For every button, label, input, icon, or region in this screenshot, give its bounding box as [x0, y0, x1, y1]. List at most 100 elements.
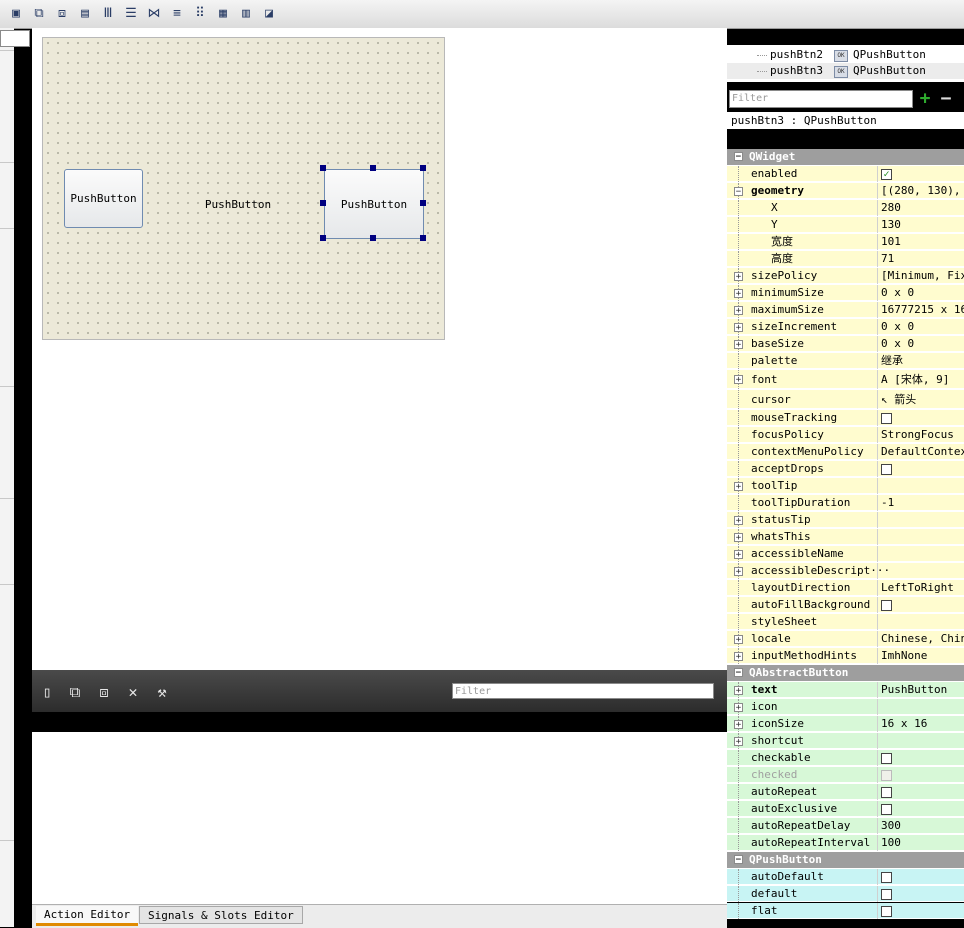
property-row[interactable]: default [727, 886, 964, 902]
section-header[interactable]: − QAbstractButton [727, 665, 964, 681]
property-value[interactable]: 16777215 x 16· [877, 302, 964, 318]
checkbox[interactable] [881, 599, 892, 611]
checkbox[interactable] [881, 803, 892, 815]
property-row[interactable]: + accessibleDescript··· [727, 563, 964, 579]
tab-signals-slots-editor[interactable]: Signals & Slots Editor [139, 906, 303, 924]
property-row[interactable]: autoRepeatInterval 100 [727, 835, 964, 851]
paste-action-icon[interactable]: ⧈ [95, 683, 113, 701]
section-header[interactable]: − QWidget [727, 149, 964, 165]
checkbox[interactable] [881, 786, 892, 798]
property-value[interactable]: 0 x 0 [877, 336, 964, 352]
expand-icon[interactable]: + [734, 736, 743, 746]
property-row[interactable]: checked [727, 767, 964, 783]
property-row[interactable]: palette 继承 [727, 353, 964, 369]
checkbox[interactable] [881, 412, 892, 424]
expand-icon[interactable]: + [734, 719, 743, 729]
expand-icon[interactable]: + [734, 532, 743, 542]
property-value[interactable] [877, 512, 964, 528]
property-value[interactable] [877, 410, 964, 426]
property-row[interactable]: + baseSize 0 x 0 [727, 336, 964, 352]
collapse-icon[interactable]: − [734, 855, 743, 865]
property-row[interactable]: autoRepeat [727, 784, 964, 800]
property-value[interactable]: 0 x 0 [877, 285, 964, 301]
property-value[interactable]: 130 [877, 217, 964, 233]
property-row[interactable]: + inputMethodHints ImhNone [727, 648, 964, 664]
tab-action-editor[interactable]: Action Editor [36, 906, 139, 926]
property-row[interactable]: focusPolicy StrongFocus [727, 427, 964, 443]
edit-signals-slots-icon[interactable]: ⧉ [31, 6, 47, 22]
property-value[interactable] [877, 784, 964, 800]
property-row[interactable]: checkable [727, 750, 964, 766]
property-value[interactable]: StrongFocus [877, 427, 964, 443]
property-value[interactable]: ImhNone [877, 648, 964, 664]
resize-handle[interactable] [320, 235, 326, 241]
configure-icon[interactable]: ⚒ [153, 683, 171, 701]
property-value[interactable] [877, 801, 964, 817]
property-row[interactable]: 高度 71 [727, 251, 964, 267]
property-row[interactable]: + text PushButton [727, 682, 964, 698]
expand-icon[interactable]: + [734, 651, 743, 661]
expand-icon[interactable]: + [734, 481, 743, 491]
property-row[interactable]: acceptDrops [727, 461, 964, 477]
property-value[interactable]: 300 [877, 818, 964, 834]
property-value[interactable] [877, 563, 964, 579]
property-row[interactable]: flat [727, 903, 964, 919]
property-value[interactable]: 280 [877, 200, 964, 216]
layout-vertical-icon[interactable]: ☰ [123, 6, 139, 22]
property-row[interactable]: X 280 [727, 200, 964, 216]
resize-handle[interactable] [420, 165, 426, 171]
property-row[interactable]: + whatsThis [727, 529, 964, 545]
property-value[interactable]: 0 x 0 [877, 319, 964, 335]
property-value[interactable] [877, 699, 964, 715]
resize-handle[interactable] [420, 200, 426, 206]
property-value[interactable]: 101 [877, 234, 964, 250]
property-value[interactable]: 16 x 16 [877, 716, 964, 732]
property-row[interactable]: −geometry [(280, 130), · [727, 183, 964, 199]
expand-icon[interactable]: + [734, 271, 743, 281]
remove-dynamic-property-icon[interactable]: − [938, 90, 954, 108]
property-row[interactable]: toolTipDuration -1 [727, 495, 964, 511]
property-row[interactable]: autoDefault [727, 869, 964, 885]
expand-icon[interactable]: + [734, 339, 743, 349]
property-row[interactable]: styleSheet [727, 614, 964, 630]
adjust-size-icon[interactable]: ◪ [261, 6, 277, 22]
property-row[interactable]: + font A [宋体, 9] [727, 370, 964, 389]
checkbox[interactable] [881, 463, 892, 475]
layout-form-icon[interactable]: ▦ [215, 6, 231, 22]
property-row[interactable]: + sizePolicy [Minimum, Fix· [727, 268, 964, 284]
property-value[interactable] [877, 869, 964, 885]
property-row[interactable]: + statusTip [727, 512, 964, 528]
collapse-icon[interactable]: − [734, 668, 743, 678]
property-value[interactable] [877, 886, 964, 902]
checkbox[interactable] [881, 888, 892, 900]
action-list[interactable] [32, 732, 727, 904]
resize-handle[interactable] [370, 165, 376, 171]
property-value[interactable] [877, 903, 964, 919]
expand-icon[interactable]: + [734, 305, 743, 315]
resize-handle[interactable] [420, 235, 426, 241]
resize-handle[interactable] [320, 165, 326, 171]
property-row[interactable]: mouseTracking [727, 410, 964, 426]
property-row[interactable]: + minimumSize 0 x 0 [727, 285, 964, 301]
action-filter-input[interactable]: Filter [452, 683, 714, 699]
property-row[interactable]: autoRepeatDelay 300 [727, 818, 964, 834]
property-value[interactable]: [(280, 130), · [877, 183, 964, 199]
property-value[interactable]: A [宋体, 9] [877, 370, 964, 389]
collapse-icon[interactable]: − [734, 186, 743, 196]
layout-horizontal-splitter-icon[interactable]: ⋈ [146, 6, 162, 22]
property-row[interactable]: + shortcut [727, 733, 964, 749]
property-value[interactable]: Chinese, China [877, 631, 964, 647]
property-row[interactable]: Y 130 [727, 217, 964, 233]
property-row[interactable]: enabled ✓ [727, 166, 964, 182]
layout-grid-icon[interactable]: ⠿ [192, 6, 208, 22]
expand-icon[interactable]: + [734, 322, 743, 332]
resize-handle[interactable] [370, 235, 376, 241]
property-value[interactable]: -1 [877, 495, 964, 511]
object-row-selected[interactable]: pushBtn3 OK QPushButton [727, 63, 964, 79]
checkbox[interactable] [881, 871, 892, 883]
expand-icon[interactable]: + [734, 566, 743, 576]
property-value[interactable]: ↖ 箭头 [877, 390, 964, 409]
property-value[interactable]: 100 [877, 835, 964, 851]
edit-tab-order-icon[interactable]: ▤ [77, 6, 93, 22]
expand-icon[interactable]: + [734, 634, 743, 644]
